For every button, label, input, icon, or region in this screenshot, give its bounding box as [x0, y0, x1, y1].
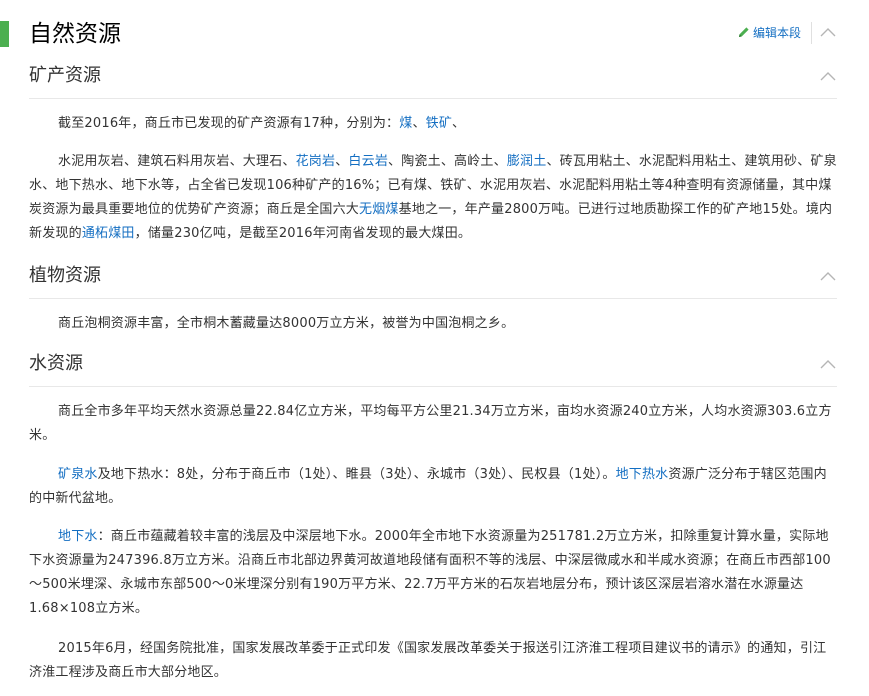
- paragraph: 水泥用灰岩、建筑石料用灰岩、大理石、花岗岩、白云岩、陶瓷土、高岭土、膨润土、砖瓦…: [29, 150, 837, 246]
- collapse-all-chevron-icon[interactable]: [820, 27, 836, 37]
- edit-section-button[interactable]: 编辑本段: [738, 24, 801, 42]
- section-divider: [29, 386, 837, 387]
- paragraph-text: 2015年6月，经国务院批准，国家发展改革委于正式印发《国家发展改革委关于报送引…: [29, 641, 827, 680]
- collapse-minerals-chevron-icon[interactable]: [820, 71, 836, 81]
- paragraph-text: 、: [335, 154, 349, 169]
- page-title: 自然资源: [29, 21, 121, 47]
- divider: [811, 22, 812, 44]
- paragraph: 地下水：商丘市蕴藏着较丰富的浅层及中深层地下水。2000年全市地下水资源量为25…: [29, 525, 837, 621]
- inline-link[interactable]: 膨润土: [507, 154, 547, 169]
- inline-link[interactable]: 矿泉水: [58, 467, 98, 482]
- paragraph-text: 、: [452, 116, 466, 131]
- paragraph-text: 、陶瓷土、高岭土、: [388, 154, 507, 169]
- paragraph: 2015年6月，经国务院批准，国家发展改革委于正式印发《国家发展改革委关于报送引…: [29, 637, 837, 685]
- section-divider: [29, 298, 837, 299]
- paragraph: 矿泉水及地下热水：8处，分布于商丘市（1处）、睢县（3处）、永城市（3处）、民权…: [29, 463, 837, 511]
- paragraph-text: 及地下热水：8处，分布于商丘市（1处）、睢县（3处）、永城市（3处）、民权县（1…: [97, 467, 616, 482]
- inline-link[interactable]: 铁矿: [426, 116, 452, 131]
- pencil-icon: [738, 25, 750, 37]
- inline-link[interactable]: 通柘煤田: [82, 226, 135, 241]
- paragraph-text: 、: [412, 116, 426, 131]
- section-title-water: 水资源: [29, 353, 83, 374]
- paragraph: 商丘泡桐资源丰富，全市桐木蓄藏量达8000万立方米，被誉为中国泡桐之乡。: [29, 312, 837, 336]
- inline-link[interactable]: 煤: [399, 116, 412, 131]
- paragraph-text: 商丘全市多年平均天然水资源总量22.84亿立方米，平均每平方公里21.34万立方…: [29, 404, 832, 443]
- inline-link[interactable]: 白云岩: [348, 154, 388, 169]
- edit-section-label: 编辑本段: [753, 26, 802, 40]
- paragraph: 商丘全市多年平均天然水资源总量22.84亿立方米，平均每平方公里21.34万立方…: [29, 400, 837, 448]
- inline-link[interactable]: 地下水: [58, 529, 98, 544]
- section-title-plants: 植物资源: [29, 265, 101, 286]
- paragraph-text: 商丘泡桐资源丰富，全市桐木蓄藏量达8000万立方米，被誉为中国泡桐之乡。: [58, 316, 515, 331]
- inline-link[interactable]: 花岗岩: [296, 154, 336, 169]
- section-container: 自然资源 编辑本段 矿产资源 截至2016年，商丘市已发现的矿产资源有17种，分…: [0, 0, 869, 696]
- collapse-plants-chevron-icon[interactable]: [820, 271, 836, 281]
- paragraph-text: 截至2016年，商丘市已发现的矿产资源有17种，分别为：: [58, 116, 400, 131]
- paragraph-text: ：商丘市蕴藏着较丰富的浅层及中深层地下水。2000年全市地下水资源量为25178…: [29, 529, 831, 616]
- section-divider: [29, 98, 837, 99]
- section-title-minerals: 矿产资源: [29, 65, 101, 86]
- paragraph-text: ，储量230亿吨，是截至2016年河南省发现的最大煤田。: [134, 226, 472, 241]
- collapse-water-chevron-icon[interactable]: [820, 359, 836, 369]
- paragraph-text: 水泥用灰岩、建筑石料用灰岩、大理石、: [58, 154, 296, 169]
- inline-link[interactable]: 无烟煤: [359, 202, 399, 217]
- inline-link[interactable]: 地下热水: [616, 467, 669, 482]
- title-accent-bar: [0, 21, 9, 47]
- paragraph: 截至2016年，商丘市已发现的矿产资源有17种，分别为：煤、铁矿、: [29, 112, 837, 136]
